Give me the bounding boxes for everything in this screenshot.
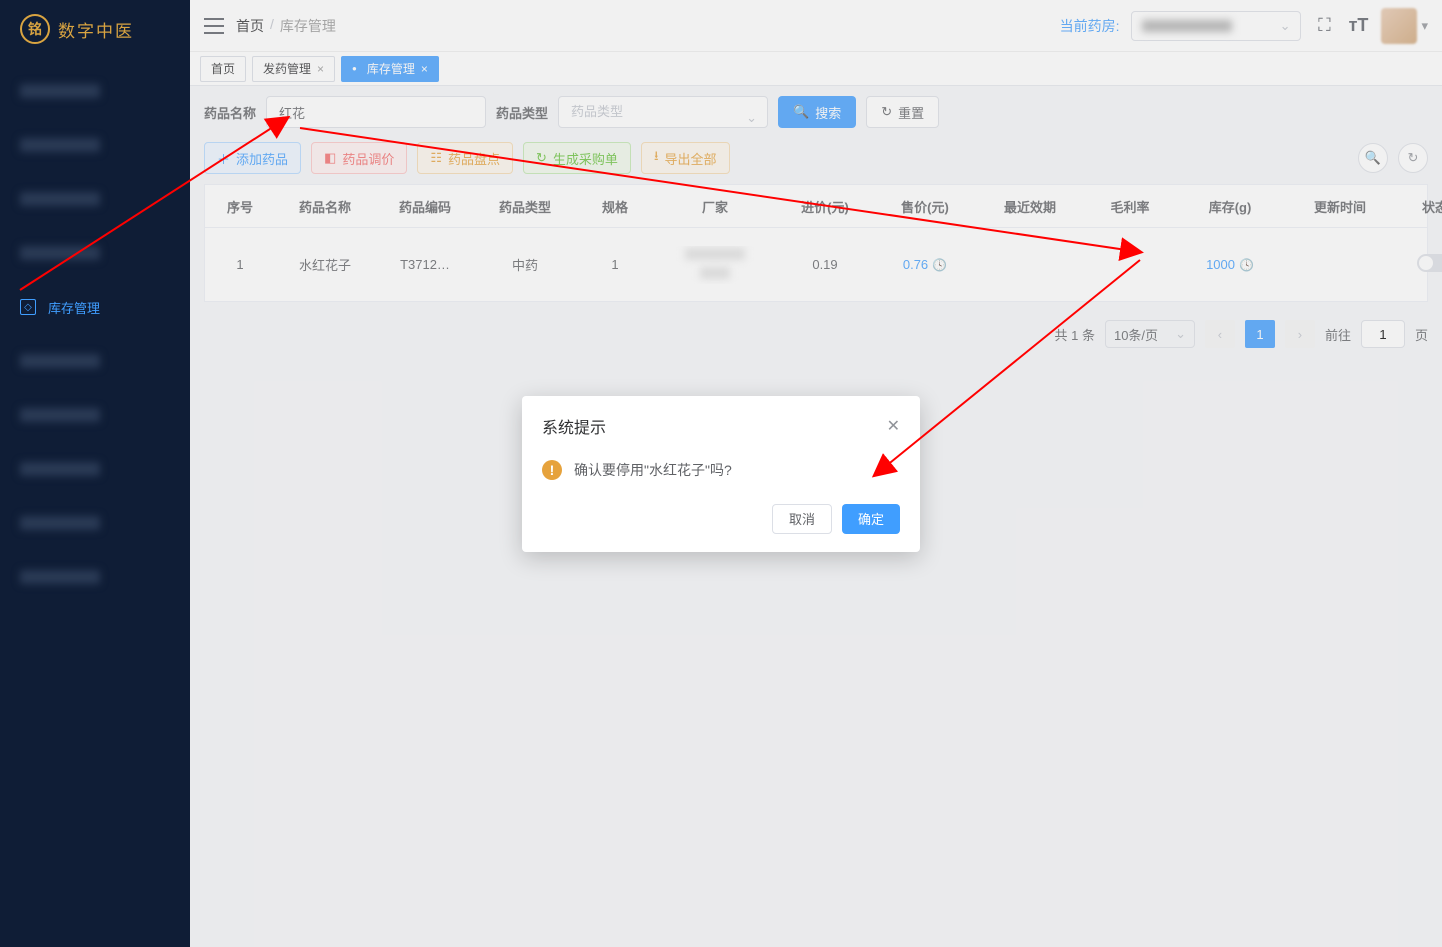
- modal-message: 确认要停用"水红花子"吗?: [574, 460, 732, 480]
- confirm-modal: 系统提示 ✕ ! 确认要停用"水红花子"吗? 取消 确定: [522, 396, 920, 552]
- modal-close-button[interactable]: ✕: [887, 416, 900, 436]
- modal-mask: 系统提示 ✕ ! 确认要停用"水红花子"吗? 取消 确定: [0, 0, 1442, 947]
- modal-ok-button[interactable]: 确定: [842, 504, 900, 534]
- modal-cancel-button[interactable]: 取消: [772, 504, 832, 534]
- warning-icon: !: [542, 460, 562, 480]
- modal-title: 系统提示: [542, 414, 606, 438]
